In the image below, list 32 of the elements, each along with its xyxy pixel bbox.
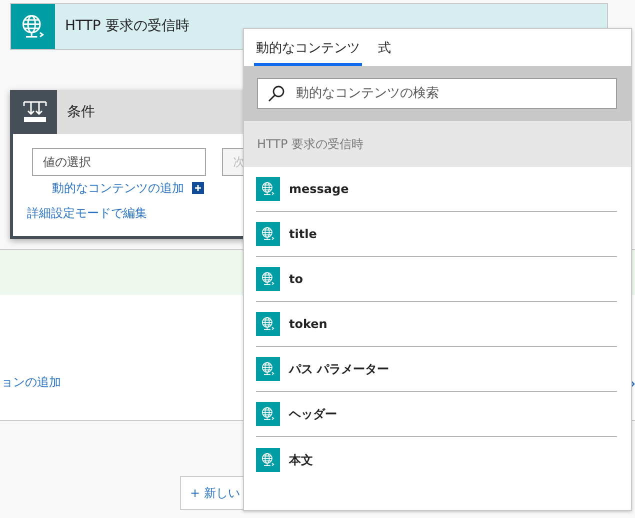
- item-label: 本文: [289, 452, 313, 468]
- advanced-mode-link[interactable]: 詳細設定モードで編集: [27, 206, 147, 220]
- value-field[interactable]: 値の選択: [32, 148, 206, 176]
- content-item[interactable]: ヘッダー: [256, 392, 617, 437]
- search-icon: [268, 85, 285, 102]
- section-header: HTTP 要求の受信時: [244, 121, 631, 167]
- content-item[interactable]: 本文: [256, 437, 617, 482]
- globe-icon: [256, 357, 280, 381]
- item-label: パス パラメーター: [289, 361, 390, 378]
- globe-icon: [256, 448, 280, 472]
- card-title: HTTP 要求の受信時: [65, 17, 190, 36]
- item-label: to: [289, 271, 303, 288]
- content-item[interactable]: title: [256, 212, 617, 257]
- item-label: ヘッダー: [289, 406, 337, 423]
- item-label: token: [289, 316, 328, 333]
- plus-icon[interactable]: [192, 182, 204, 194]
- globe-icon: [256, 222, 280, 246]
- globe-icon: [256, 267, 280, 291]
- globe-icon: [256, 177, 280, 201]
- search-field[interactable]: 動的なコンテンツの検索: [257, 78, 617, 109]
- item-label: message: [289, 181, 349, 198]
- content-item[interactable]: パス パラメーター: [256, 347, 617, 392]
- add-dynamic-content-link[interactable]: 動的なコンテンツの追加: [52, 179, 184, 197]
- add-action-link[interactable]: ョンの追加: [1, 373, 61, 391]
- content-item[interactable]: token: [256, 302, 617, 347]
- item-label: title: [289, 226, 317, 243]
- content-item[interactable]: message: [256, 167, 617, 212]
- globe-icon: [256, 312, 280, 336]
- card-title: 条件: [67, 102, 95, 122]
- globe-icon: [256, 402, 280, 426]
- globe-icon: [11, 4, 55, 49]
- content-item[interactable]: to: [256, 257, 617, 302]
